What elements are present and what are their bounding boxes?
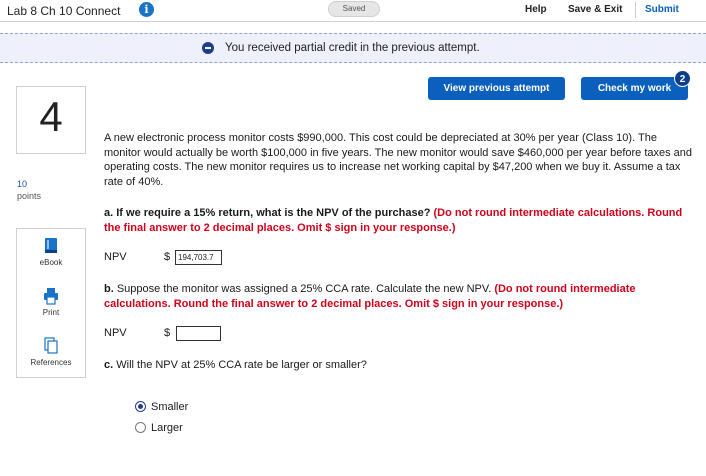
npv-b-input[interactable] [176,326,221,341]
option-smaller-label: Smaller [151,401,189,413]
question-text: A new electronic process monitor costs $… [104,132,693,188]
help-link[interactable]: Help [525,4,547,15]
partial-credit-banner: You received partial credit in the previ… [0,33,706,63]
option-larger-label: Larger [151,422,183,434]
references-label: References [30,358,72,367]
points-value: 10 [17,179,28,189]
ebook-tool[interactable]: eBook [17,237,85,267]
dollar-sign-b: $ [164,327,171,339]
check-attempts-badge: 2 [674,70,691,87]
print-label: Print [42,308,60,317]
option-smaller[interactable]: Smaller [135,400,189,413]
npv-a-label: NPV [104,251,127,263]
part-a-text: If we require a 15% return, what is the … [116,207,431,219]
question-number: 4 [39,93,63,140]
part-c-prompt: c. Will the NPV at 25% CCA rate be large… [104,358,694,373]
assignment-title: Lab 8 Ch 10 Connect [7,4,121,18]
option-larger[interactable]: Larger [135,421,183,434]
info-icon[interactable]: i [139,2,154,17]
nav-divider [635,2,636,18]
part-c-text: Will the NPV at 25% CCA rate be larger o… [116,359,367,371]
part-b-text: Suppose the monitor was assigned a 25% C… [116,283,492,295]
check-my-work-button[interactable]: Check my work [581,77,688,100]
tools-panel: eBook Print References [16,228,86,378]
part-a-label: a. [104,207,114,219]
radio-smaller[interactable] [135,400,146,412]
top-bar: Lab 8 Ch 10 Connect i Saved Help Save & … [0,0,706,22]
references-icon [44,337,58,354]
print-tool[interactable]: Print [17,287,85,317]
question-number-box: 4 [16,86,86,154]
save-exit-link[interactable]: Save & Exit [568,4,622,15]
part-b-prompt: b. Suppose the monitor was assigned a 25… [104,282,694,311]
banner-message: You received partial credit in the previ… [225,42,480,54]
book-icon [45,238,57,253]
npv-a-input[interactable] [175,250,222,265]
radio-larger[interactable] [135,421,146,433]
minus-circle-icon [202,42,214,54]
printer-icon [44,288,58,305]
part-a-prompt: a. If we require a 15% return, what is t… [104,206,694,235]
part-b-label: b. [104,283,114,295]
saved-status-badge: Saved [328,1,380,17]
references-tool[interactable]: References [17,337,85,367]
part-c-label: c. [104,359,114,371]
ebook-label: eBook [39,258,63,267]
view-previous-attempt-button[interactable]: View previous attempt [428,77,565,100]
points-label: points [17,191,42,201]
dollar-sign-a: $ [164,251,171,263]
npv-b-label: NPV [104,327,127,339]
submit-link[interactable]: Submit [645,4,679,15]
